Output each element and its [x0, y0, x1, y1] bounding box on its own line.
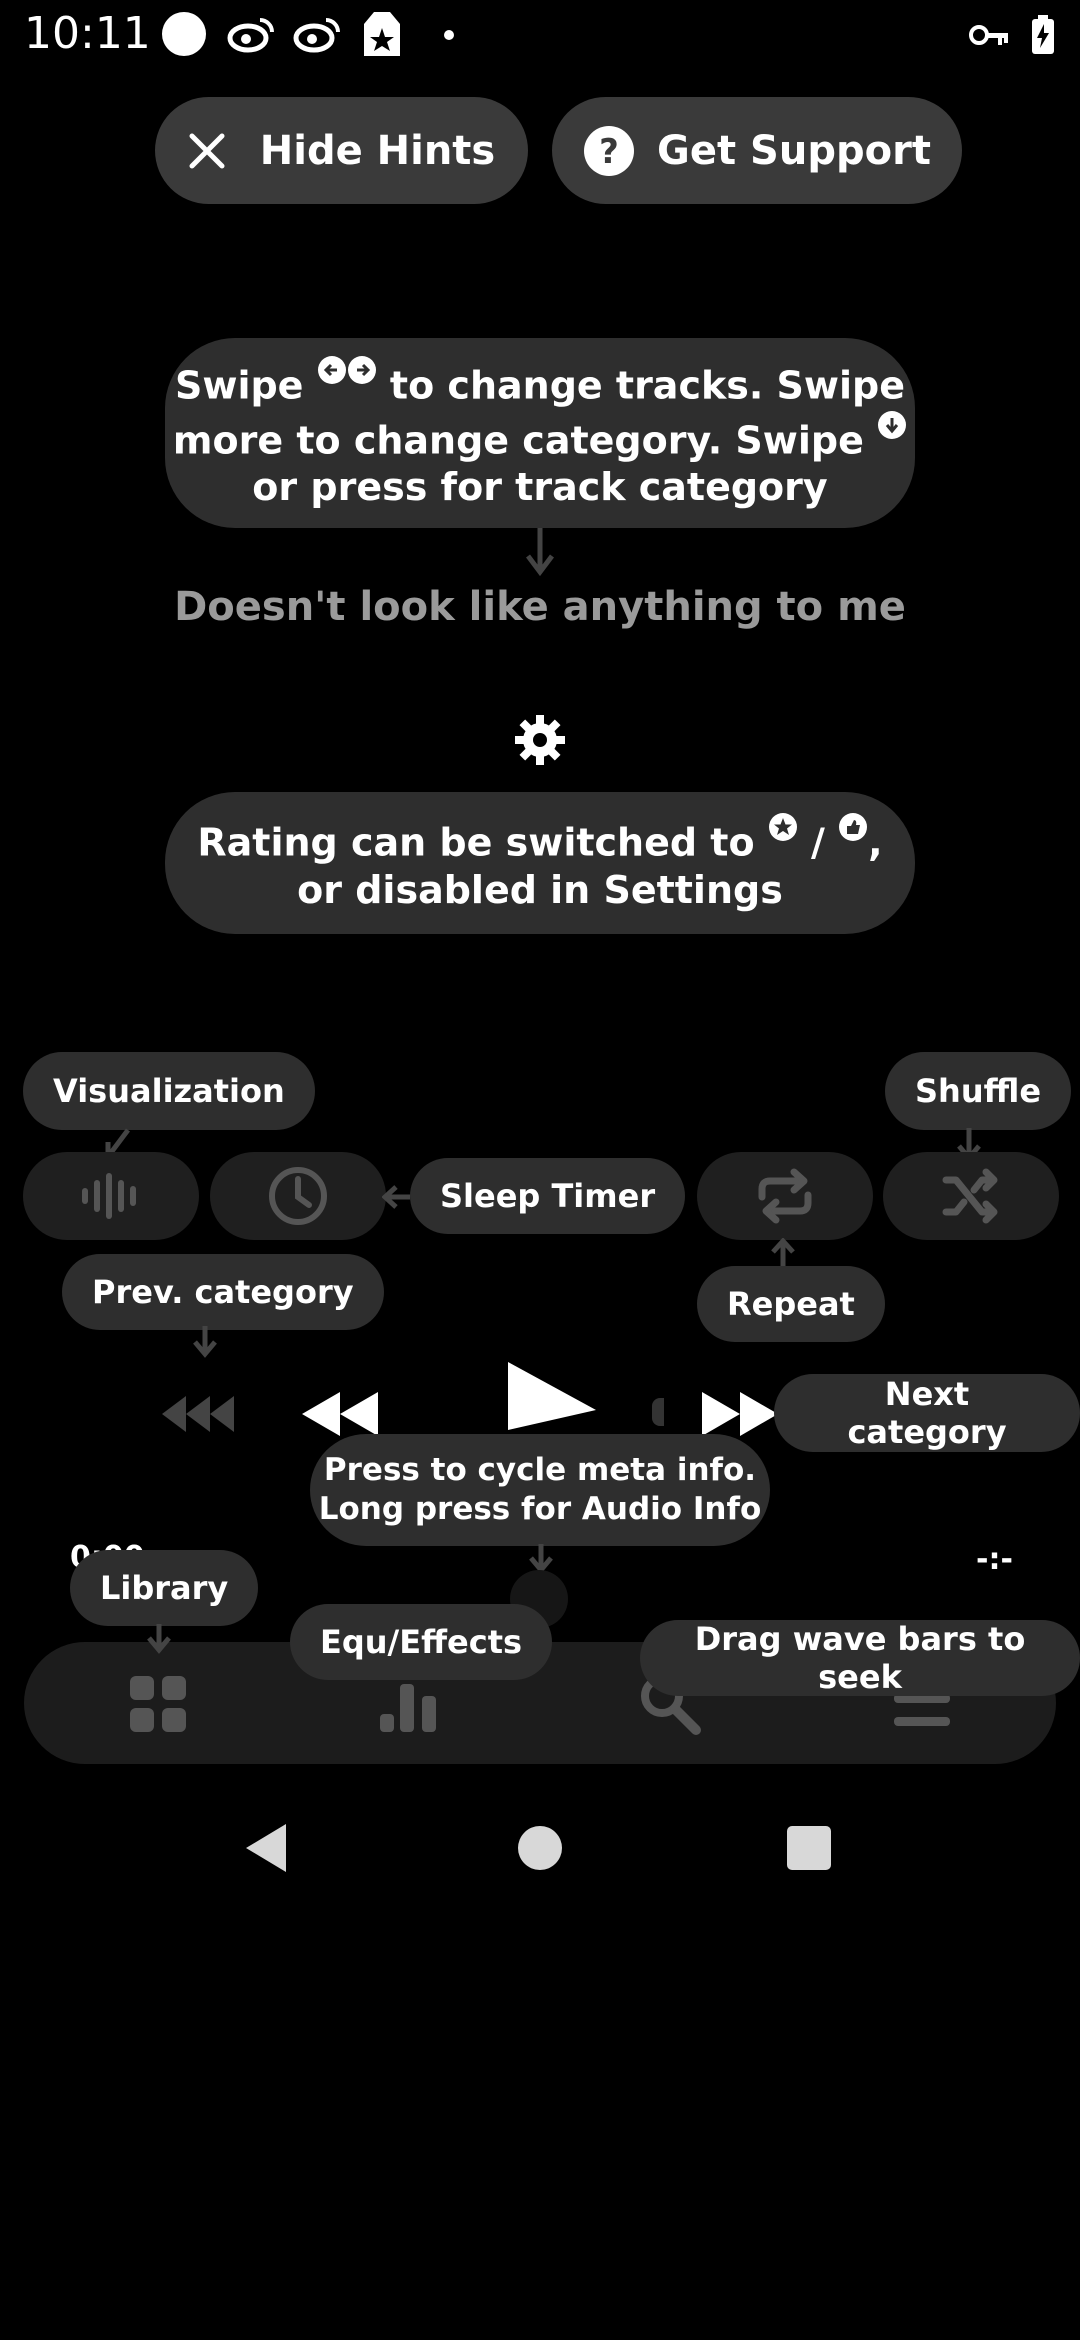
- weibo-icon-2: [293, 18, 340, 53]
- help-icon: ?: [584, 125, 635, 176]
- equ-effects-hint: Equ/Effects: [290, 1604, 553, 1680]
- fast-forward-icon[interactable]: [700, 1390, 780, 1438]
- track-title[interactable]: Doesn't look like anything to me: [0, 584, 1080, 630]
- get-support-label: Get Support: [657, 127, 931, 174]
- repeat-hint: Repeat: [697, 1266, 885, 1342]
- swipe-hint-bubble: Swipe to change tracks. Swipe more to ch…: [165, 338, 915, 528]
- hint-arrow-down: [526, 528, 554, 577]
- hide-hints-button[interactable]: Hide Hints: [155, 97, 528, 204]
- shuffle-hint: Shuffle: [885, 1052, 1072, 1130]
- visualization-button[interactable]: [23, 1152, 199, 1240]
- star-circle-icon: [768, 813, 797, 842]
- rewind-icon[interactable]: [300, 1390, 380, 1438]
- svg-text:?: ?: [599, 132, 619, 172]
- vpn-key-icon: [969, 25, 1008, 45]
- hint-arrow-down: [147, 1624, 171, 1654]
- library-hint: Library: [70, 1550, 259, 1626]
- hint-arrow-left: [382, 1185, 410, 1209]
- arrow-down-circle-icon: [878, 410, 907, 439]
- more-notifications-dot: [444, 30, 454, 40]
- shopping-tag-icon: [364, 12, 400, 56]
- arrow-left-circle-icon: [317, 355, 346, 384]
- prev-category-icon[interactable]: [160, 1394, 240, 1434]
- waveform-icon: [82, 1173, 136, 1219]
- drag-wave-hint: Drag wave bars to seek: [640, 1620, 1080, 1696]
- remaining-time[interactable]: -:-: [976, 1542, 1013, 1577]
- rating-hint-bubble: Rating can be switched to / , or disable…: [165, 792, 915, 934]
- recents-icon[interactable]: [787, 1826, 831, 1870]
- menu-icon[interactable]: [892, 1690, 952, 1730]
- home-icon[interactable]: [518, 1826, 562, 1870]
- clock-icon: [269, 1167, 327, 1225]
- hint-arrow-down: [193, 1326, 217, 1358]
- play-icon[interactable]: [506, 1360, 598, 1430]
- hint-fragment: [652, 1398, 664, 1426]
- repeat-button[interactable]: [697, 1152, 873, 1240]
- hide-hints-label: Hide Hints: [259, 127, 496, 174]
- close-icon: [189, 133, 225, 168]
- repeat-icon: [758, 1168, 812, 1224]
- sleep-timer-button[interactable]: [210, 1152, 386, 1240]
- notification-dot-icon: [162, 12, 206, 56]
- battery-charging-icon: [1032, 15, 1054, 54]
- next-category-hint: Next category: [774, 1374, 1080, 1452]
- meta-info-hint: Press to cycle meta info. Long press for…: [310, 1434, 770, 1546]
- shuffle-icon: [942, 1168, 998, 1224]
- status-time: 10:11: [24, 8, 151, 59]
- get-support-button[interactable]: ? Get Support: [552, 97, 962, 204]
- library-grid-icon[interactable]: [128, 1674, 188, 1734]
- gear-icon[interactable]: [513, 713, 567, 767]
- hint-arrow-up: [771, 1238, 795, 1268]
- thumb-circle-icon: [839, 813, 868, 842]
- weibo-icon: [227, 18, 274, 53]
- arrow-right-circle-icon: [347, 355, 376, 384]
- sleep-timer-hint: Sleep Timer: [410, 1158, 686, 1234]
- back-icon[interactable]: [244, 1822, 288, 1874]
- prev-category-hint: Prev. category: [62, 1254, 384, 1330]
- shuffle-button[interactable]: [883, 1152, 1059, 1240]
- visualization-hint: Visualization: [23, 1052, 315, 1130]
